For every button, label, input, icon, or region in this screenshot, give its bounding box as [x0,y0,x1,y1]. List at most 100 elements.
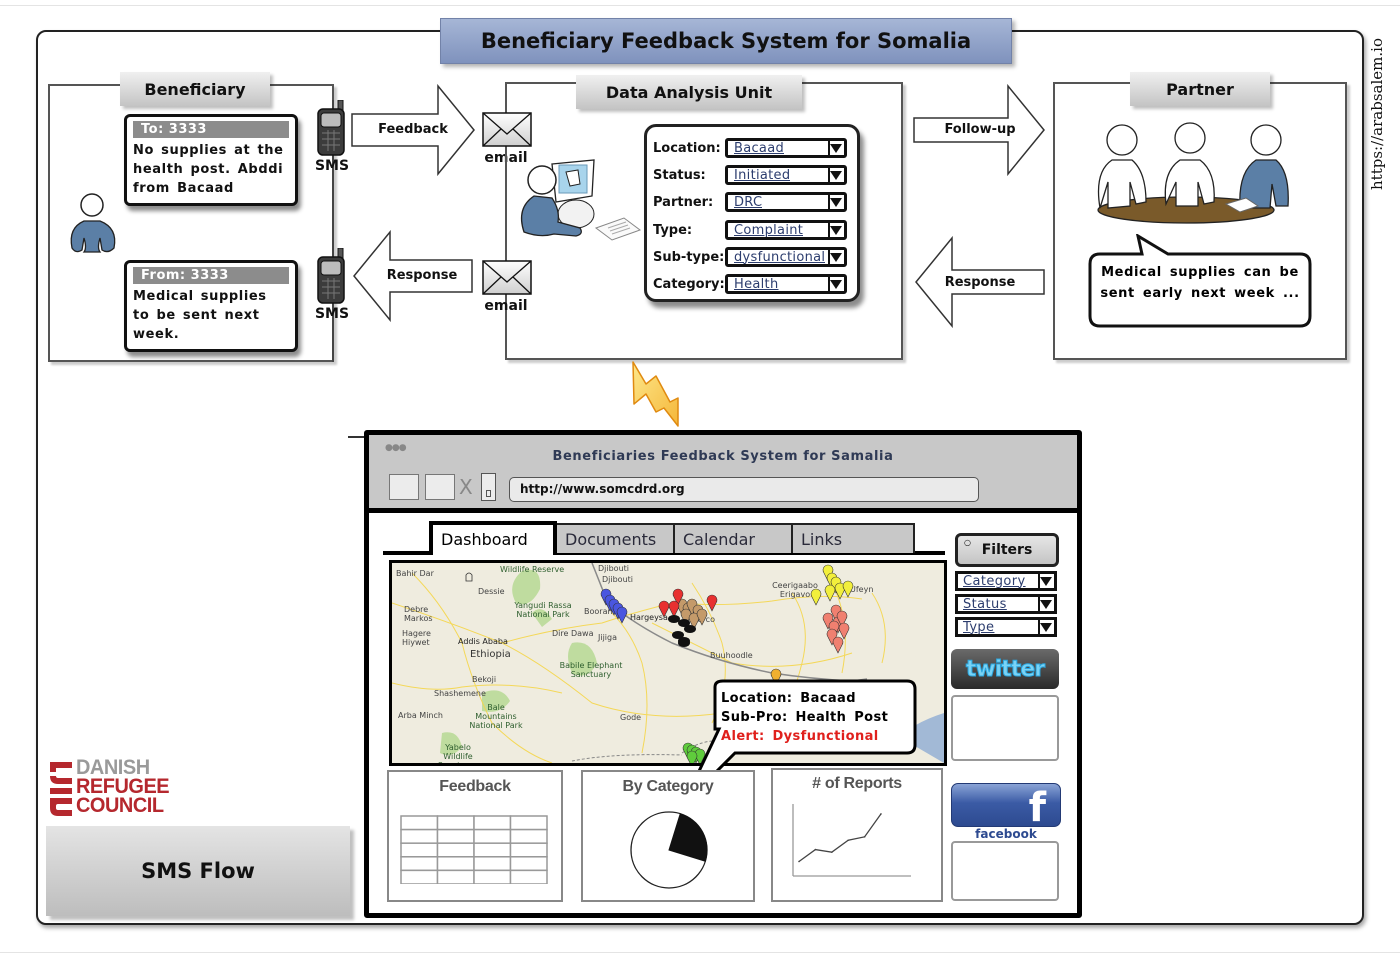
status-filter-value: Status [963,596,1007,612]
stop-button[interactable]: X [459,475,473,499]
reports-point [798,860,800,863]
form-row-type: Type: Complaint [653,219,847,241]
watermark-url-text: https://arabsalem.io [1368,38,1386,190]
map-marker [810,588,822,606]
dropdown-arrow-icon [1038,597,1054,611]
location-select[interactable]: Bacaad [725,138,847,158]
email-icon [482,260,532,295]
map-marker [824,584,836,602]
table-cell [509,828,548,844]
tab-documents[interactable]: Documents [555,523,675,553]
reports-point [863,836,866,838]
feedback-arrow-label: Feedback [378,122,448,137]
browser-window-title: Beneficiaries Feedback System for Samali… [552,449,894,464]
map-marker [668,600,680,618]
reports-point [847,839,849,842]
map-marker-pin [616,606,628,624]
partner-meeting-icon [1097,122,1289,224]
partner-label: Partner [1130,72,1270,106]
bottom-rule [0,952,1400,953]
drc-mark-icon [50,762,72,816]
filters-button[interactable]: ○ Filters [955,533,1059,567]
sms-in-header: From: 3333 [133,267,289,284]
facebook-button[interactable]: f [951,783,1061,827]
livestock-marker [678,637,690,645]
beneficiary-person-icon [70,193,116,253]
twitter-button[interactable]: twitter [951,649,1059,689]
type-value: Complaint [734,222,804,238]
map-marker-pin [838,622,850,640]
category-filter-select[interactable]: Category [955,571,1057,591]
tab-links[interactable]: Links [791,523,915,553]
form-row-location: Location: Bacaad [653,137,847,159]
subtype-select[interactable]: dysfunctional [725,247,847,267]
beneficiary-label: Beneficiary [120,72,270,106]
type-select[interactable]: Complaint [725,220,847,240]
type-filter-value: Type [963,619,995,635]
main-title: Beneficiary Feedback System for Somalia [440,18,1012,64]
table-cell [509,869,548,884]
table-cell [509,842,548,858]
reports-widget-title: # of Reports [812,775,902,792]
feedback-widget-title: Feedback [439,778,511,795]
dropdown-arrow-icon [828,277,844,291]
map-marker-pin [824,584,836,602]
email-connector-line [505,148,507,258]
map-marker [838,622,850,640]
sms-in-bubble: From: 3333 Medical supplies to be sent n… [124,260,298,352]
table-cell [400,856,439,872]
category-pie-chart [630,811,708,889]
map-marker [616,606,628,624]
response-arrow-right-label: Response [944,275,1016,290]
table-cell [473,828,512,844]
map-marker-pin [658,600,670,618]
form-row-partner: Partner: DRC [653,191,847,213]
sms-out-header: To: 3333 [133,121,289,138]
map-marker [706,594,718,612]
sms-top-label: SMS [314,158,350,174]
url-bar[interactable]: http://www.somcdrd.org [509,477,979,502]
follow-up-arrow-label: Follow-up [944,122,1016,137]
reports-point [814,848,817,851]
facebook-feed-panel [951,841,1059,901]
sms-in-body: Medical supplies to be sent next week. [133,289,267,342]
map-callout: Location: Bacaad Sub-Pro: Health Post Al… [694,679,929,777]
reports-point [831,851,833,853]
map-marker-pin [706,594,718,612]
map-marker-pin [810,588,822,606]
twitter-feed-panel [951,695,1059,761]
facebook-f-icon: f [1028,785,1046,827]
category-select[interactable]: Health [725,274,847,294]
map-marker-pin [696,608,708,626]
home-button[interactable] [481,473,496,501]
location-label: Location: [653,140,721,156]
status-select[interactable]: Initiated [725,165,847,185]
type-filter-select[interactable]: Type [955,617,1057,637]
forward-button[interactable] [425,474,455,500]
status-value: Initiated [734,167,791,183]
tab-dashboard[interactable]: Dashboard [429,521,557,555]
browser-chrome: ●●● Beneficiaries Feedback System for Sa… [369,435,1077,513]
livestock-marker [668,615,680,623]
partner-select[interactable]: DRC [725,192,847,212]
sms-out-body: No supplies at the health post. Abddi fr… [133,143,284,196]
category-value: Health [734,276,779,292]
callout-location: Location: Bacaad [721,691,856,706]
feedback-widget: Feedback [387,770,563,902]
map-marker-pin [832,636,844,654]
status-filter-select[interactable]: Status [955,594,1057,614]
status-label: Status: [653,167,706,183]
filters-button-label: Filters [981,542,1033,558]
data-analysis-label: Data Analysis Unit [576,75,802,109]
table-cell [473,842,512,858]
drc-logo: DANISH REFUGEE COUNCIL [48,757,188,818]
dropdown-arrow-icon [828,141,844,155]
top-rule [0,5,1400,6]
tab-bar: Documents Calendar Links Dashboard [383,521,949,557]
back-button[interactable] [389,474,419,500]
form-row-category: Category: Health [653,273,847,295]
feedback-form-card: Location: Bacaad Status: Initiated Partn… [644,124,860,302]
table-cell [473,856,512,872]
reports-point [880,813,882,815]
tab-calendar[interactable]: Calendar [673,523,793,553]
